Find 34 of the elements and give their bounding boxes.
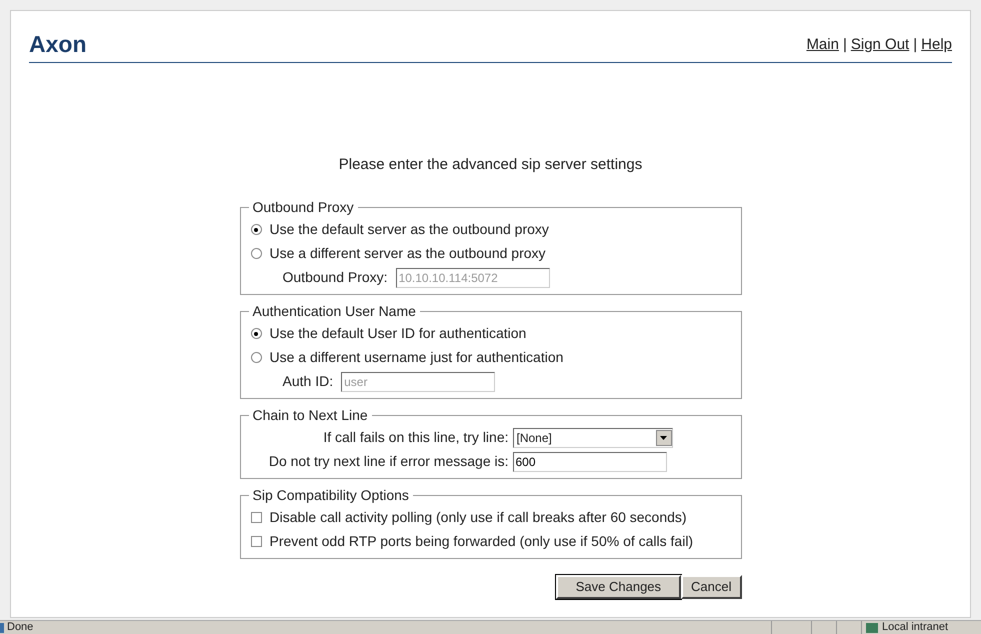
instructions-text: Please enter the advanced sip server settings <box>338 155 642 175</box>
link-separator: | <box>912 34 918 54</box>
form-button[interactable]: Save Changes <box>556 574 682 598</box>
checkbox[interactable] <box>250 536 262 547</box>
caret-icon <box>656 430 672 446</box>
field-label: Outbound Proxy: <box>282 268 388 287</box>
radio-button[interactable] <box>250 352 262 363</box>
app-title: Axon <box>29 33 86 56</box>
input-field[interactable]: 600 <box>512 452 666 472</box>
group-title: Chain to Next Line <box>252 406 369 424</box>
nav-link[interactable]: Help <box>921 34 952 56</box>
status-text: Done <box>7 622 34 633</box>
group-title: Sip Compatibility Options <box>252 486 410 505</box>
field-label: Auth ID: <box>282 372 334 391</box>
zone-text: Local intranet <box>882 622 948 633</box>
nav-link[interactable]: Sign Out <box>850 34 910 56</box>
checkbox[interactable] <box>250 512 262 523</box>
link-separator: | <box>842 34 848 54</box>
option-label: Prevent odd RTP ports being forwarded (only use if 50% of calls fail) <box>270 532 694 551</box>
nav-link[interactable]: Main <box>806 34 839 56</box>
field-label: Do not try next line if error message is: <box>268 452 510 471</box>
form-button[interactable]: Cancel <box>681 574 742 598</box>
option-label: Use a different username just for authentication <box>270 348 564 367</box>
radio-button[interactable] <box>250 248 262 259</box>
option-label: Use the default server as the outbound proxy <box>270 220 549 239</box>
group-title: Outbound Proxy <box>252 198 355 217</box>
option-label: Use the default User ID for authentication <box>270 324 526 343</box>
dropdown[interactable]: [None] <box>512 428 672 448</box>
field-label: If call fails on this line, try line: <box>322 428 510 447</box>
group-title: Authentication User Name <box>252 302 417 320</box>
radio-button[interactable] <box>250 328 262 339</box>
option-label: Use a different server as the outbound proxy <box>270 244 546 263</box>
option-label: Disable call activity polling (only use if call breaks after 60 seconds) <box>270 508 687 527</box>
radio-button[interactable] <box>250 224 262 235</box>
